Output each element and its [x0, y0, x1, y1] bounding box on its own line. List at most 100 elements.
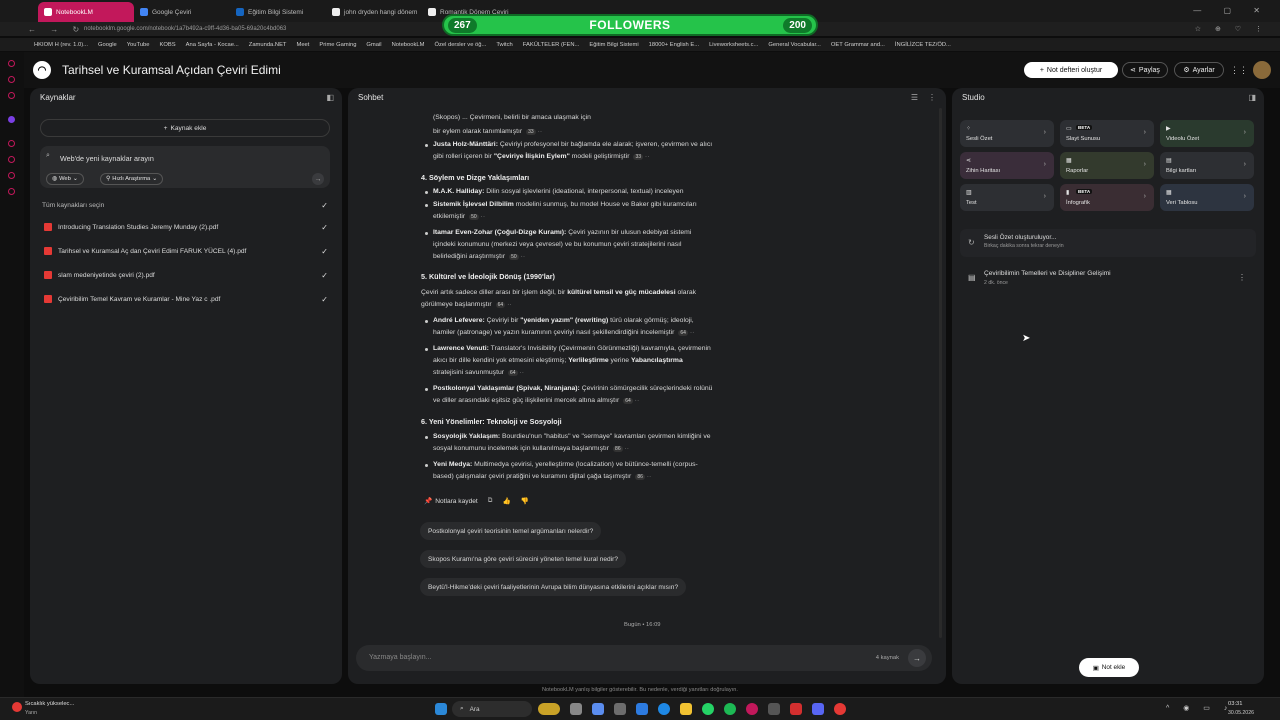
widget-icon[interactable] — [538, 703, 560, 715]
new-notebook-button[interactable]: + Not defteri oluştur — [1024, 62, 1118, 78]
citation-chip[interactable]: 33 — [526, 129, 536, 135]
bookmark-item[interactable]: HKIOM H (rev. 1.0)... — [34, 42, 88, 48]
bookmark-item[interactable]: Liveworksheets.c... — [709, 42, 758, 48]
opera-icon[interactable] — [746, 703, 758, 715]
more-citations-icon[interactable]: ·· — [518, 369, 524, 376]
studio-tile-mindmap[interactable]: ⋖ Zihin Haritası › — [960, 152, 1054, 179]
citation-chip[interactable]: 50 — [509, 254, 519, 260]
bookmark-item[interactable]: FAKÜLTELER (FEN... — [523, 42, 580, 48]
add-source-button[interactable]: + Kaynak ekle — [40, 119, 330, 137]
more-citations-icon[interactable]: ·· — [688, 329, 695, 336]
more-citations-icon[interactable]: ·· — [536, 128, 543, 135]
rail-icon[interactable] — [8, 92, 15, 99]
rail-icon[interactable] — [8, 188, 15, 195]
spotify-icon[interactable] — [724, 703, 736, 715]
taskbar-search[interactable]: ⌕ Ara — [452, 701, 532, 717]
rail-icon[interactable] — [8, 116, 15, 123]
share-button[interactable]: ⋖ Paylaş — [1122, 62, 1168, 78]
bookmark-item[interactable]: General Vocabular... — [768, 42, 821, 48]
bookmark-item[interactable]: Eğitim Bilgi Sistemi — [589, 42, 638, 48]
bookmark-item[interactable]: YouTube — [127, 42, 150, 48]
chevron-right-icon[interactable]: › — [1044, 161, 1046, 168]
chat-input[interactable]: Yazmaya başlayın... — [369, 654, 432, 661]
nav-arrows-icon[interactable]: ← → ↻ — [28, 25, 85, 34]
citation-chip[interactable]: 64 — [508, 370, 518, 376]
bookmark-item[interactable]: Twitch — [496, 42, 512, 48]
rail-icon[interactable] — [8, 156, 15, 163]
select-all-row[interactable]: Tüm kaynakları seçin ✓ — [42, 198, 328, 212]
apps-grid-icon[interactable]: ⋮⋮ — [1230, 62, 1248, 78]
avatar[interactable] — [1253, 61, 1271, 79]
web-search-input[interactable]: Web'de yeni kaynaklar arayın — [60, 154, 154, 163]
url-text[interactable]: notebooklm.google.com/notebook/1a7b492a-… — [84, 26, 286, 32]
tab-notebooklm[interactable]: NotebookLM — [38, 2, 134, 22]
weather-text[interactable]: Sıcaklık yükselec... — [25, 701, 74, 707]
bookmark-item[interactable]: 18000+ English E... — [649, 42, 699, 48]
more-citations-icon[interactable]: ·· — [633, 397, 640, 404]
source-item[interactable]: slam medeniyetinde çeviri (2).pdf ✓ — [44, 268, 328, 282]
collapse-panel-icon[interactable]: ◧ — [326, 93, 334, 102]
bookmark-item[interactable]: Prime Gaming — [319, 42, 356, 48]
toolbar-icons[interactable]: ☆ ⊕ ♡ ⋮ — [1195, 25, 1268, 33]
note-item[interactable]: ▤ Çeviribilimin Temelleri ve Disipliner … — [960, 266, 1256, 290]
copilot-icon[interactable] — [592, 703, 604, 715]
thumbs-up-icon[interactable]: 👍 — [502, 497, 510, 505]
citation-chip[interactable]: 86 — [613, 446, 623, 452]
checkbox-checked-icon[interactable]: ✓ — [321, 295, 328, 304]
add-note-button[interactable]: ▣ Not ekle — [1079, 658, 1139, 677]
weather-icon[interactable] — [12, 702, 22, 712]
opera-gx-icon[interactable] — [834, 703, 846, 715]
source-item[interactable]: Çeviribilim Temel Kavram ve Kuramlar - M… — [44, 292, 328, 306]
more-citations-icon[interactable]: ·· — [623, 445, 629, 452]
notebook-title[interactable]: Tarihsel ve Kuramsal Açıdan Çeviri Edimi — [62, 63, 281, 77]
more-citations-icon[interactable]: ·· — [645, 473, 652, 480]
studio-tile-table[interactable]: ▦ Veri Tablosu › — [1160, 184, 1254, 211]
copy-icon[interactable]: ⧉ — [488, 497, 493, 505]
checkbox-checked-icon[interactable]: ✓ — [321, 247, 328, 256]
studio-tile-video[interactable]: ▶ Videolu Özet › — [1160, 120, 1254, 147]
chevron-right-icon[interactable]: › — [1044, 129, 1046, 136]
rail-icon[interactable] — [8, 76, 15, 83]
studio-tile-slides[interactable]: ▭ BETA Slayt Sunusu › — [1060, 120, 1154, 147]
files-icon[interactable] — [614, 703, 626, 715]
tab-search[interactable]: john dryden hangi dönem — [326, 2, 422, 22]
more-citations-icon[interactable]: ·· — [643, 153, 650, 160]
citation-chip[interactable]: 50 — [469, 214, 479, 220]
system-tray-icons[interactable]: ^ ◉ ▭ ♪ — [1166, 704, 1233, 712]
checkbox-checked-icon[interactable]: ✓ — [321, 201, 328, 210]
source-item[interactable]: Tarihsel ve Kuramsal Aç dan Çeviri Edimi… — [44, 244, 328, 258]
bookmark-item[interactable]: Gmail — [366, 42, 381, 48]
studio-tile-flashcard[interactable]: ▤ Bilgi kartları › — [1160, 152, 1254, 179]
bookmark-item[interactable]: OET Grammar and... — [831, 42, 885, 48]
save-to-notes-button[interactable]: 📌 Notlara kaydet — [424, 497, 478, 506]
tab-egitim[interactable]: Eğitim Bilgi Sistemi — [230, 2, 326, 22]
steam-icon[interactable] — [768, 703, 780, 715]
more-citations-icon[interactable]: ·· — [519, 253, 526, 260]
suggested-question[interactable]: Postkolonyal çeviri teorisinin temel arg… — [420, 522, 602, 540]
bookmark-item[interactable]: İNGİLİZCE TEZ/ÖD... — [895, 42, 951, 48]
rail-icon[interactable] — [8, 60, 15, 67]
suggested-question[interactable]: Skopos Kuramı'na göre çeviri sürecini yö… — [420, 550, 627, 568]
submit-arrow-icon[interactable]: → — [312, 173, 324, 185]
studio-tile-quiz[interactable]: ▥ Test › — [960, 184, 1054, 211]
chat-input-box[interactable]: Yazmaya başlayın... 4 kaynak → — [356, 645, 932, 671]
checkbox-checked-icon[interactable]: ✓ — [321, 223, 328, 232]
chevron-right-icon[interactable]: › — [1144, 193, 1146, 200]
studio-tile-audio[interactable]: ⁘ Sesli Özet › — [960, 120, 1054, 147]
chevron-right-icon[interactable]: › — [1144, 161, 1146, 168]
bookmark-item[interactable]: Özel dersler ve öğ... — [434, 42, 486, 48]
collapse-panel-icon[interactable]: ◨ — [1248, 93, 1256, 102]
more-vert-icon[interactable]: ⋮ — [1238, 273, 1246, 282]
explorer-icon[interactable] — [680, 703, 692, 715]
more-vert-icon[interactable]: ⋮ — [928, 93, 936, 102]
app-icon[interactable] — [790, 703, 802, 715]
citation-chip[interactable]: 64 — [495, 302, 506, 308]
research-mode-chip[interactable]: ⚲ Hızlı Araştırma ⌄ — [100, 173, 164, 185]
bookmark-item[interactable]: Ana Sayfa - Kocae... — [186, 42, 239, 48]
chevron-right-icon[interactable]: › — [1244, 129, 1246, 136]
task-view-icon[interactable] — [570, 703, 582, 715]
checkbox-checked-icon[interactable]: ✓ — [321, 271, 328, 280]
bookmark-item[interactable]: NotebookLM — [392, 42, 425, 48]
send-arrow-icon[interactable]: → — [908, 649, 926, 667]
citation-chip[interactable]: 86 — [635, 474, 645, 480]
